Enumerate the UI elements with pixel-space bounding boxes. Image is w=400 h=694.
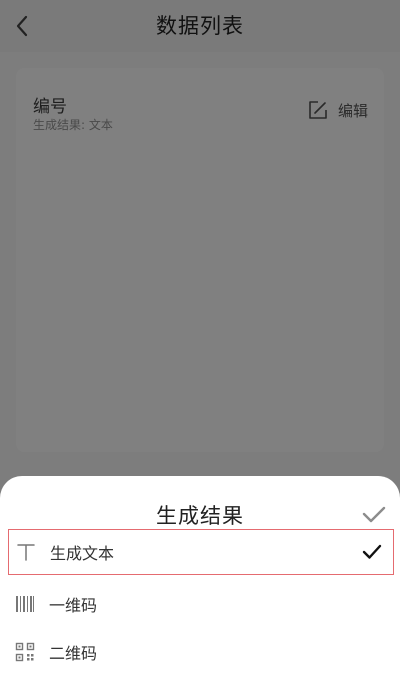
option-label: 一维码 [49,596,98,615]
data-card[interactable]: 编号 生成结果: 文本 编辑 [16,68,384,452]
top-bar: 数据列表 [0,0,400,52]
text-t-icon [16,542,36,562]
option-barcode[interactable]: 一维码 [8,581,394,627]
sheet-title: 生成结果 [156,504,244,528]
check-icon [362,506,386,523]
qr-code-icon [15,642,35,662]
edit-button[interactable]: 编辑 [307,100,368,121]
barcode-icon [15,594,35,614]
option-qr-code[interactable]: 二维码 [8,629,394,675]
edit-icon [309,101,327,119]
edit-label: 编辑 [337,102,368,120]
selected-check-icon [361,541,383,563]
confirm-button[interactable] [360,502,388,526]
page-title: 数据列表 [156,14,244,38]
result-type-sheet: 生成结果 生成文本 一维码 二维码 [0,476,400,694]
card-title: 编号 [33,97,67,117]
card-subtitle: 生成结果: 文本 [33,118,113,132]
option-label: 二维码 [49,644,98,663]
option-generate-text[interactable]: 生成文本 [8,529,394,575]
option-label: 生成文本 [50,544,115,563]
